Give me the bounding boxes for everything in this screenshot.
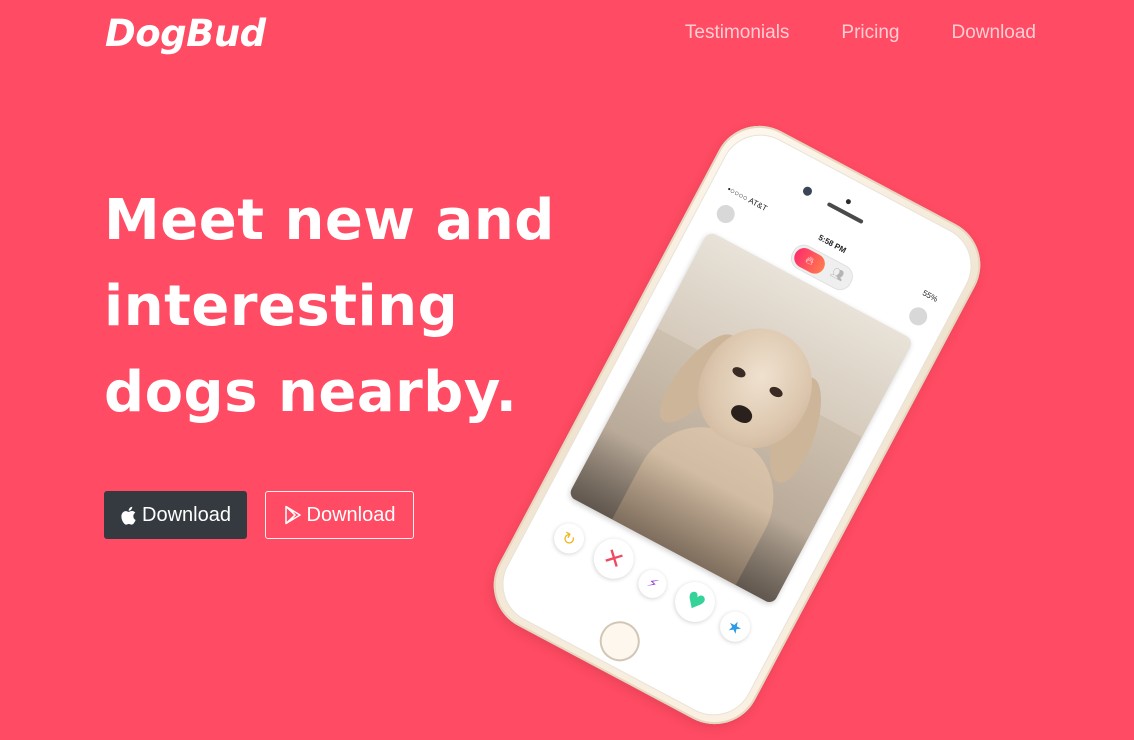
photo-background — [657, 231, 914, 438]
super-like-star-icon: ★ — [714, 606, 756, 647]
headline-line-1: Meet new and — [104, 188, 555, 253]
proximity-sensor — [845, 198, 852, 206]
google-play-button-label: Download — [306, 503, 396, 526]
like-heart-icon: ♥ — [667, 574, 723, 630]
flame-icon: 🔥︎ — [790, 244, 829, 278]
nav-link-pricing[interactable]: Pricing — [841, 22, 899, 44]
dog-ear-left — [647, 323, 750, 434]
rewind-icon: ↻ — [548, 518, 590, 559]
nope-icon: ✕ — [586, 531, 641, 586]
headline-line-3: dogs nearby. — [104, 360, 518, 425]
dog-body — [602, 404, 797, 603]
boost-icon: ⚡︎ — [633, 564, 672, 603]
mode-toggle: 🔥︎ 👥︎ — [786, 240, 858, 295]
dog-photo-card — [567, 231, 914, 605]
apple-icon — [120, 506, 137, 525]
top-nav: Testimonials Pricing Download — [685, 22, 1036, 44]
status-time: 5:58 PM — [816, 232, 848, 256]
hero-headline: Meet new and interesting dogs nearby. — [104, 178, 604, 436]
home-button — [592, 614, 647, 669]
dog-eye-right — [767, 384, 785, 400]
battery-percent: 55% — [920, 288, 940, 304]
front-camera — [801, 185, 814, 198]
dog-eye-left — [730, 365, 748, 380]
status-bar: •○○○○ AT&T 5:58 PM 55% — [720, 180, 946, 311]
app-store-download-button[interactable]: Download — [104, 491, 247, 539]
brand-logo[interactable]: DogBud — [105, 12, 266, 55]
dog-ear-right — [759, 371, 832, 489]
dog-head — [679, 308, 833, 467]
nav-link-download[interactable]: Download — [952, 22, 1037, 44]
app-store-button-label: Download — [142, 503, 231, 526]
nav-link-testimonials[interactable]: Testimonials — [685, 22, 790, 44]
carrier-label: •○○○○ AT&T — [725, 184, 769, 214]
chat-icon — [906, 304, 931, 329]
group-icon: 👥︎ — [828, 265, 847, 284]
google-play-icon — [284, 505, 302, 525]
dog-nose — [728, 401, 756, 427]
earpiece-speaker — [826, 201, 864, 225]
headline-line-2: interesting — [104, 274, 459, 339]
photo-shade — [567, 425, 811, 605]
google-play-download-button[interactable]: Download — [265, 491, 414, 539]
profile-icon — [713, 201, 738, 227]
swipe-action-bar: ↻ ✕ ⚡︎ ♥ ★ — [531, 497, 777, 665]
